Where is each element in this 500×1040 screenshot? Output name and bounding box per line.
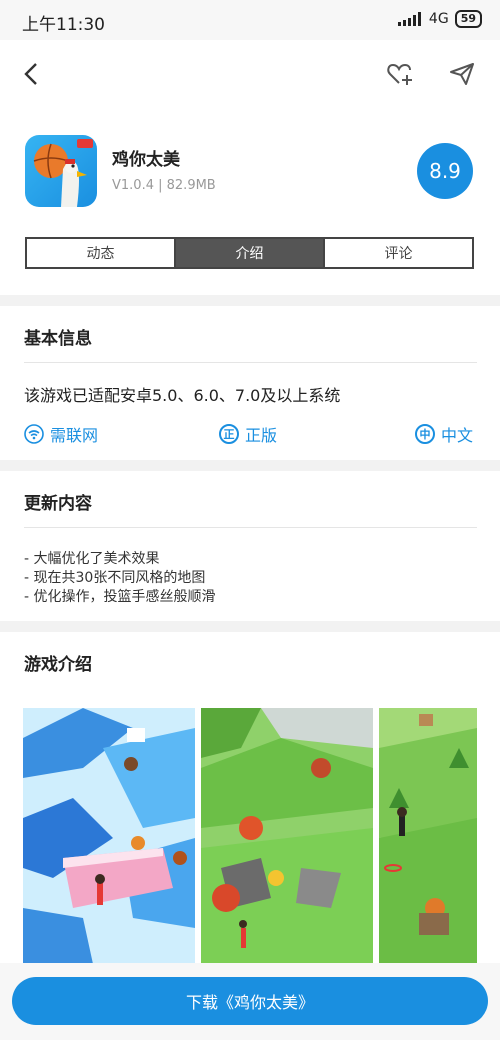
status-bar: 上午11:30 4G 59 bbox=[0, 0, 500, 40]
intro-title: 游戏介绍 bbox=[24, 655, 92, 675]
send-icon bbox=[450, 63, 474, 85]
favorite-button[interactable] bbox=[383, 56, 419, 92]
tag-genuine-label: 正版 bbox=[245, 426, 278, 445]
genuine-icon: 正 bbox=[219, 424, 239, 444]
update-card: 更新内容 - 大幅优化了美术效果 - 现在共30张不同风格的地图 - 优化操作，… bbox=[0, 471, 500, 621]
back-arrow-icon bbox=[24, 63, 37, 85]
screenshot-image bbox=[379, 708, 477, 964]
divider bbox=[24, 527, 477, 528]
tab-comments[interactable]: 评论 bbox=[325, 239, 472, 267]
update-note: - 现在共30张不同风格的地图 bbox=[24, 570, 206, 586]
network-label: 4G bbox=[428, 11, 449, 27]
tab-updates[interactable]: 动态 bbox=[27, 239, 176, 267]
tag-chinese: 中 中文 bbox=[415, 422, 473, 446]
compat-text: 该游戏已适配安卓5.0、6.0、7.0及以上系统 bbox=[24, 386, 341, 405]
meta-separator: | bbox=[158, 178, 167, 193]
app-icon bbox=[25, 135, 97, 207]
screenshot-3[interactable] bbox=[379, 708, 477, 964]
share-button[interactable] bbox=[444, 56, 480, 92]
status-icons: 4G 59 bbox=[397, 10, 482, 28]
screenshot-image bbox=[23, 708, 195, 964]
back-button[interactable] bbox=[14, 56, 50, 92]
tab-intro[interactable]: 介绍 bbox=[176, 239, 325, 267]
divider bbox=[24, 362, 477, 363]
app-name: 鸡你太美 bbox=[112, 150, 180, 170]
bottom-bar: 下载《鸡你太美》 bbox=[0, 963, 500, 1040]
wifi-icon bbox=[24, 424, 44, 444]
tag-genuine: 正 正版 bbox=[219, 422, 277, 446]
battery-icon: 59 bbox=[454, 10, 482, 28]
basic-info-card: 基本信息 该游戏已适配安卓5.0、6.0、7.0及以上系统 需联网 正 正版 中… bbox=[0, 306, 500, 460]
tag-network-label: 需联网 bbox=[50, 426, 99, 445]
app-meta: V1.0.4 | 82.9MB bbox=[112, 178, 216, 193]
basic-info-title: 基本信息 bbox=[24, 329, 92, 349]
screenshot-1[interactable] bbox=[23, 708, 195, 964]
game-art-icon bbox=[33, 139, 93, 207]
update-note: - 大幅优化了美术效果 bbox=[24, 551, 160, 567]
update-notes: - 大幅优化了美术效果 - 现在共30张不同风格的地图 - 优化操作，投篮手感丝… bbox=[24, 550, 216, 607]
heart-add-icon bbox=[387, 63, 412, 85]
status-time: 上午11:30 bbox=[22, 15, 105, 35]
update-title: 更新内容 bbox=[24, 494, 92, 514]
app-version: V1.0.4 bbox=[112, 178, 154, 193]
chinese-icon: 中 bbox=[415, 424, 435, 444]
rating-badge: 8.9 bbox=[417, 143, 473, 199]
app-size: 82.9MB bbox=[166, 178, 216, 193]
battery-level: 59 bbox=[460, 12, 476, 25]
top-bar bbox=[0, 40, 500, 110]
tab-bar: 动态 介绍 评论 bbox=[25, 237, 474, 269]
rating-score: 8.9 bbox=[429, 159, 461, 183]
app-header: 鸡你太美 V1.0.4 | 82.9MB 8.9 动态 介绍 评论 bbox=[0, 110, 500, 295]
download-button[interactable]: 下载《鸡你太美》 bbox=[12, 977, 488, 1025]
tag-network: 需联网 bbox=[24, 422, 98, 446]
signal-icon bbox=[397, 12, 421, 26]
screenshot-image bbox=[201, 708, 373, 964]
tag-chinese-label: 中文 bbox=[441, 426, 474, 445]
update-note: - 优化操作，投篮手感丝般顺滑 bbox=[24, 589, 216, 605]
screenshot-2[interactable] bbox=[201, 708, 373, 964]
